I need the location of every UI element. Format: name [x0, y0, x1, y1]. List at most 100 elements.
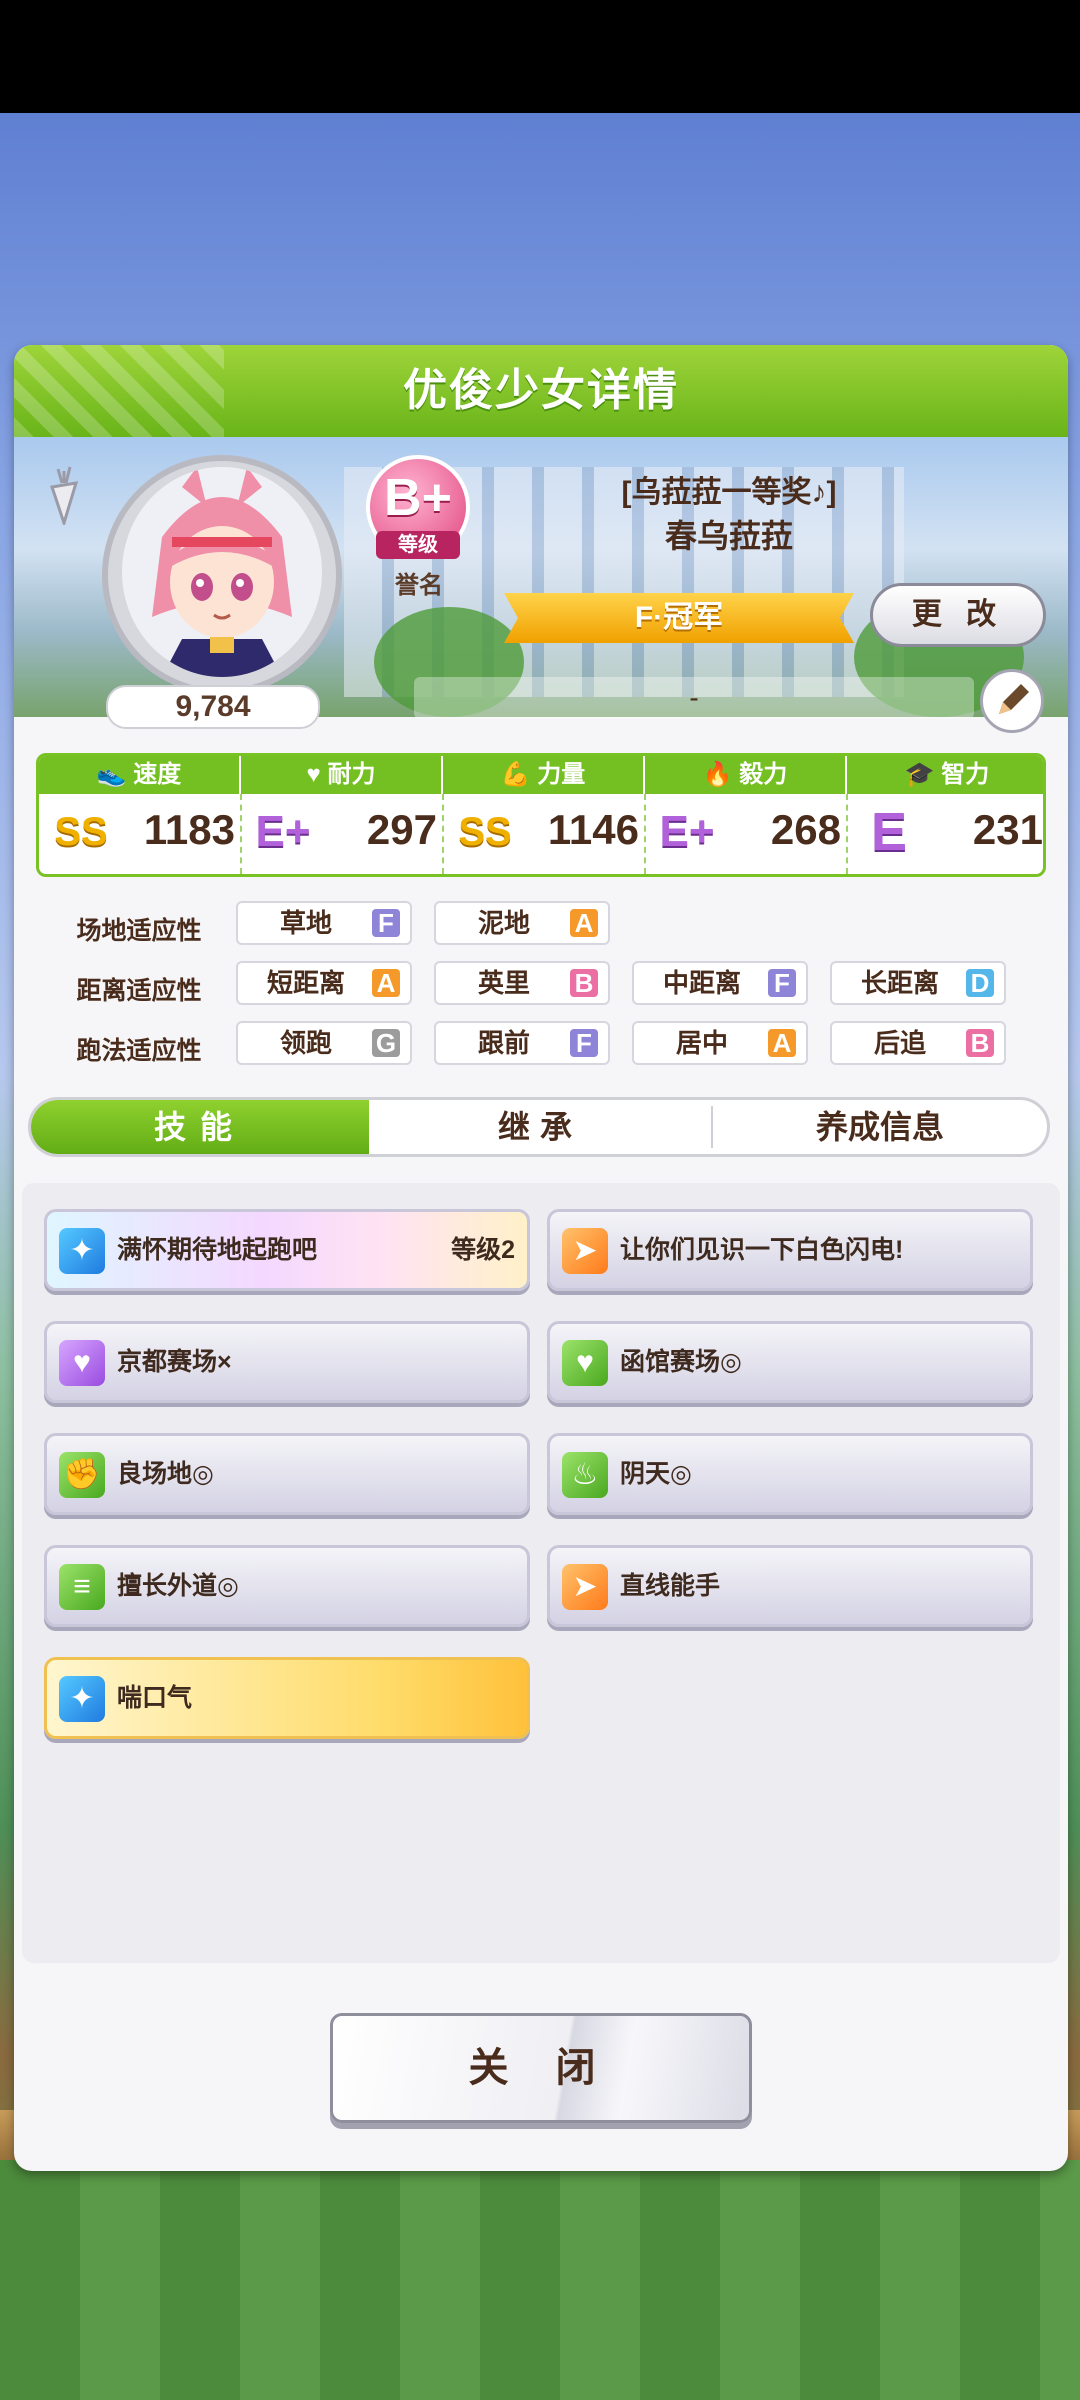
- aptitude-name: 中距离: [662, 968, 741, 998]
- muscle-icon: ✊: [59, 1452, 105, 1498]
- skill-card[interactable]: ♨ 阴天◎: [547, 1433, 1033, 1515]
- tab-training-info[interactable]: 养成信息: [713, 1100, 1047, 1154]
- edit-comment-button[interactable]: [980, 669, 1044, 733]
- skill-level: 等级2: [451, 1236, 515, 1264]
- dialog-header: 优俊少女详情: [14, 345, 1068, 437]
- aptitude-name: 居中: [675, 1028, 728, 1058]
- heart-icon: ♥: [59, 1340, 105, 1386]
- dialog-title: 优俊少女详情: [403, 366, 679, 415]
- stat-stamina: ♥ 耐力 E+ 297: [241, 756, 443, 874]
- stat-grade: E+: [659, 807, 715, 856]
- stat-label: 速度: [133, 761, 182, 788]
- profile-banner: 9,784 B+ 等级 誉名 [乌菈菈一等奖♪] 春乌菈菈 F·冠军 更 改 -: [14, 437, 1068, 733]
- skill-card[interactable]: ✊ 良场地◎: [44, 1433, 530, 1515]
- skill-card[interactable]: ♥ 京都赛场×: [44, 1321, 530, 1403]
- aptitude-name: 长距离: [860, 968, 939, 998]
- stat-grade: SS: [458, 810, 512, 854]
- skill-card[interactable]: ➤ 让你们见识一下白色闪电!: [547, 1209, 1033, 1291]
- skill-card[interactable]: ✦ 喘口气: [44, 1657, 530, 1739]
- run-icon: ➤: [562, 1228, 608, 1274]
- aptitude-name: 英里: [477, 968, 530, 998]
- aptitude-late-surger: 居中 A: [632, 1021, 808, 1065]
- skill-card[interactable]: ♥ 函馆赛场◎: [547, 1321, 1033, 1403]
- tab-inheritance[interactable]: 继承: [369, 1100, 711, 1154]
- skill-name: 让你们见识一下白色闪电!: [620, 1236, 904, 1264]
- aptitude-medium: 中距离 F: [632, 961, 808, 1005]
- stat-label: 力量: [537, 761, 586, 788]
- aptitude-turf: 草地 F: [236, 901, 412, 945]
- stats-table: 👟 速度 SS 1183 ♥ 耐力 E+ 297 💪 力量 SS 1146 🔥 …: [36, 753, 1046, 877]
- rank-ribbon: F·冠军: [504, 593, 854, 643]
- stat-wisdom: 🎓 智力 E 231: [847, 756, 1043, 874]
- pencil-icon: [999, 684, 1029, 714]
- aptitude-grade: A: [570, 909, 598, 937]
- stat-label: 耐力: [327, 761, 376, 788]
- sparkle-icon: ✦: [59, 1676, 105, 1722]
- stairs-icon: ≡: [59, 1564, 105, 1610]
- style-aptitude-label: 跑法适应性: [76, 1037, 202, 1065]
- aptitude-name: 短距离: [266, 968, 345, 998]
- stat-power: 💪 力量 SS 1146: [443, 756, 645, 874]
- skill-card[interactable]: ✦ 满怀期待地起跑吧 等级2: [44, 1209, 530, 1291]
- stat-guts: 🔥 毅力 E+ 268: [645, 756, 847, 874]
- shoe-icon: 👟: [96, 761, 134, 788]
- flame-icon: 🔥: [702, 761, 740, 788]
- skills-list: ✦ 满怀期待地起跑吧 等级2 ➤ 让你们见识一下白色闪电! ♥ 京都赛场× ♥ …: [22, 1183, 1060, 1963]
- flame-icon: ♨: [562, 1452, 608, 1498]
- aptitude-grade: F: [768, 969, 796, 997]
- sparkle-icon: ✦: [59, 1228, 105, 1274]
- run-icon: ➤: [562, 1564, 608, 1610]
- aptitude-front-runner: 领跑 G: [236, 1021, 412, 1065]
- stat-grade: E: [870, 802, 908, 862]
- close-button[interactable]: 关 闭: [330, 2013, 752, 2123]
- detail-tabs: 技能 继承 养成信息: [28, 1097, 1050, 1157]
- muscle-icon: 💪: [500, 761, 538, 788]
- status-bar: [0, 0, 1080, 113]
- stat-value: 268: [770, 806, 841, 853]
- skill-name: 擅长外道◎: [117, 1572, 239, 1600]
- umamusume-detail-dialog: 优俊少女详情 9,784 B+ 等级 誉名 [乌菈菈一等奖♪] 春乌菈菈 F·冠…: [14, 345, 1068, 2171]
- heart-icon: ♥: [306, 761, 328, 788]
- avatar[interactable]: [122, 467, 322, 677]
- tab-skills[interactable]: 技能: [31, 1100, 369, 1154]
- graduation-cap-icon: 🎓: [904, 761, 942, 788]
- aptitude-grade: F: [570, 1029, 598, 1057]
- aptitude-name: 后追: [873, 1028, 926, 1058]
- aptitude-dirt: 泥地 A: [434, 901, 610, 945]
- skill-card[interactable]: ≡ 擅长外道◎: [44, 1545, 530, 1627]
- stat-grade: SS: [54, 810, 108, 854]
- skill-name: 良场地◎: [117, 1460, 214, 1488]
- aptitude-name: 草地: [279, 908, 332, 938]
- aptitude-name: 泥地: [477, 908, 530, 938]
- aptitude-grade: B: [570, 969, 598, 997]
- aptitude-grade: G: [372, 1029, 400, 1057]
- aptitude-grade: F: [372, 909, 400, 937]
- stat-label: 智力: [941, 761, 990, 788]
- carrot-icon: [50, 466, 79, 525]
- epithet-title: [乌菈菈一等奖♪]: [621, 476, 837, 509]
- aptitude-pace-chaser: 跟前 F: [434, 1021, 610, 1065]
- aptitude-name: 跟前: [477, 1028, 530, 1058]
- skill-name: 阴天◎: [620, 1460, 692, 1488]
- grade-label: 等级: [376, 531, 460, 559]
- aptitude-sprint: 短距离 A: [236, 961, 412, 1005]
- skill-card[interactable]: ➤ 直线能手: [547, 1545, 1033, 1627]
- aptitude-grade: A: [372, 969, 400, 997]
- change-epithet-button[interactable]: 更 改: [870, 583, 1046, 647]
- aptitude-mile: 英里 B: [434, 961, 610, 1005]
- stat-speed: 👟 速度 SS 1183: [39, 756, 241, 874]
- stat-value: 297: [366, 806, 437, 853]
- stat-value: 1146: [547, 806, 639, 853]
- stat-grade: E+: [255, 807, 311, 856]
- field-aptitude-label: 场地适应性: [76, 917, 202, 945]
- skill-name: 函馆赛场◎: [620, 1348, 742, 1376]
- comment-field: -: [414, 677, 974, 719]
- heart-icon: ♥: [562, 1340, 608, 1386]
- skill-name: 满怀期待地起跑吧: [117, 1236, 318, 1264]
- skill-name: 直线能手: [620, 1572, 721, 1600]
- aptitude-long: 长距离 D: [830, 961, 1006, 1005]
- stat-value: 1183: [143, 806, 235, 853]
- aptitude-name: 领跑: [279, 1028, 332, 1058]
- character-name: 春乌菈菈: [664, 518, 793, 554]
- background-ground: [0, 2160, 1080, 2400]
